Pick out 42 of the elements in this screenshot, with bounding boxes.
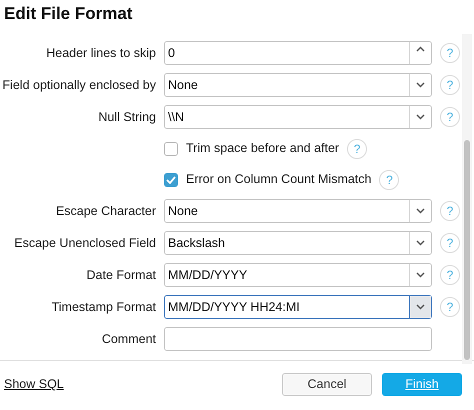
field-label: Date Format (86, 266, 156, 284)
show-sql-link[interactable]: Show SQL (4, 375, 64, 394)
chevron-down-icon (416, 208, 425, 214)
field-label: Header lines to skip (45, 44, 156, 62)
dropdown[interactable]: Backslash (164, 231, 432, 255)
finish-button[interactable]: Finish (382, 373, 462, 396)
dropdown[interactable]: \\N (164, 105, 432, 129)
number-field[interactable]: 0 (164, 41, 432, 65)
chevron-down-icon (416, 304, 425, 310)
help-button[interactable]: ? (440, 201, 460, 221)
chevron-down-icon (416, 114, 425, 120)
input-field[interactable] (164, 327, 432, 351)
dialog-title: Edit File Format (3, 3, 134, 25)
dropdown[interactable]: None (164, 199, 432, 223)
check-icon (166, 176, 176, 184)
checkbox[interactable] (164, 172, 178, 186)
scrollbar[interactable] (462, 34, 472, 364)
help-button[interactable]: ? (440, 265, 460, 285)
dropdown[interactable]: None (164, 73, 432, 97)
help-button[interactable]: ? (440, 107, 460, 127)
field-label: Field optionally enclosed by (1, 76, 156, 94)
field-label: Escape Unenclosed Field (13, 234, 156, 252)
checkbox-label: Trim space before and after (186, 140, 340, 158)
help-button[interactable]: ? (379, 170, 400, 190)
chevron-down-icon (416, 272, 425, 278)
help-button[interactable]: ? (440, 75, 460, 95)
chevron-down-icon (416, 82, 425, 88)
field-label: Escape Character (54, 202, 156, 220)
help-button[interactable]: ? (440, 297, 460, 317)
help-button[interactable]: ? (347, 138, 368, 158)
dropdown[interactable]: MM/DD/YYYY HH24:MI (164, 295, 432, 319)
field-label: Comment (100, 330, 156, 348)
checkbox[interactable] (164, 142, 178, 156)
cancel-button[interactable]: Cancel (282, 373, 372, 396)
help-button[interactable]: ? (440, 233, 460, 253)
dropdown[interactable]: MM/DD/YYYY (164, 263, 432, 287)
help-button[interactable]: ? (440, 43, 460, 63)
chevron-down-icon (416, 240, 425, 246)
field-label: Timestamp Format (50, 298, 156, 316)
field-label: Null String (97, 108, 156, 126)
checkbox-label: Error on Column Count Mismatch (186, 171, 372, 188)
caret-up-icon (416, 46, 425, 52)
